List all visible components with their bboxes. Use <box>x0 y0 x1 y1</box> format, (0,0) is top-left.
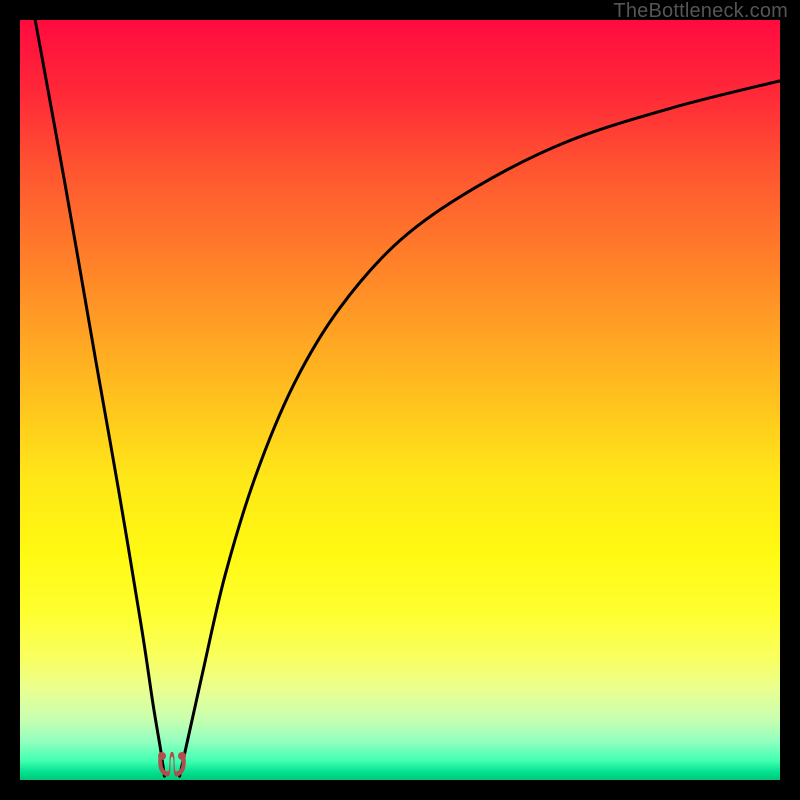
chart-frame: TheBottleneck.com <box>0 0 800 800</box>
plot-area <box>20 20 780 780</box>
curve-left-branch <box>35 20 164 776</box>
curve-right-branch <box>180 81 780 776</box>
cusp-marker <box>156 752 188 778</box>
bottleneck-curve <box>20 20 780 780</box>
